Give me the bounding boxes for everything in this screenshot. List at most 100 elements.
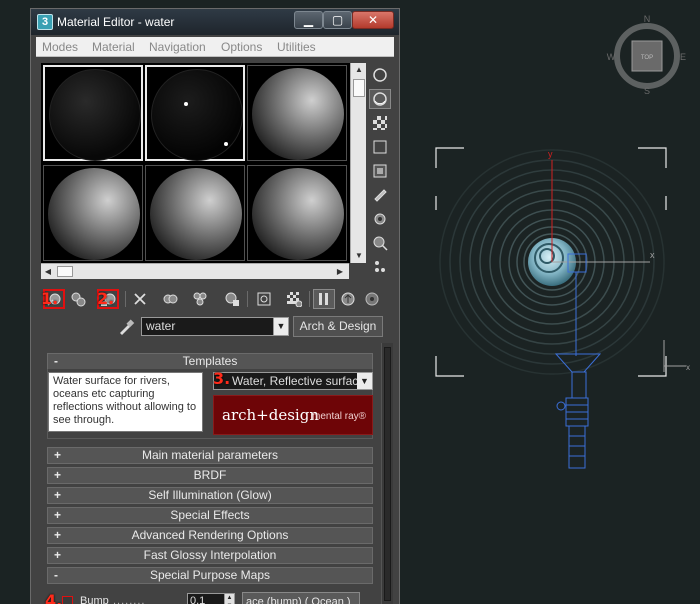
annotation-marker-2: 2. xyxy=(97,289,115,308)
material-type-button[interactable]: Arch & Design xyxy=(293,316,383,337)
rollout-collapse-icon: - xyxy=(54,568,58,582)
material-name-field[interactable]: water xyxy=(141,317,289,336)
make-preview-icon[interactable] xyxy=(369,185,391,205)
sample-slot-6[interactable] xyxy=(247,165,347,261)
template-dropdown[interactable]: Water, Reflective surface xyxy=(213,372,373,390)
gizmo-x-label: x xyxy=(650,250,655,260)
scroll-thumb[interactable] xyxy=(353,79,365,97)
bump-dot-leader: ........ xyxy=(113,595,146,604)
arch-design-logo: arch+design mental ray® xyxy=(213,395,373,435)
select-by-material-icon[interactable] xyxy=(369,233,391,253)
rollout-label: Special Purpose Maps xyxy=(149,568,271,582)
go-forward-to-sibling-icon[interactable] xyxy=(361,289,383,309)
slots-horizontal-scrollbar[interactable]: ◀ ▶ xyxy=(41,263,349,279)
sample-slots xyxy=(41,63,353,263)
bump-map-button[interactable]: ace (bump) ( Ocean ) xyxy=(242,592,360,604)
menu-material[interactable]: Material xyxy=(92,40,135,54)
rollout-expand-icon: + xyxy=(54,528,62,542)
svg-text:x: x xyxy=(686,363,690,372)
sample-slot-4[interactable] xyxy=(43,165,143,261)
bump-amount-field[interactable]: 0,1 xyxy=(187,593,225,604)
show-end-result-icon[interactable] xyxy=(313,289,335,309)
material-id-channel-icon[interactable] xyxy=(253,289,275,309)
put-material-to-scene-icon[interactable] xyxy=(67,289,89,309)
rollout-expand-icon: + xyxy=(54,548,62,562)
logo-text: arch+design xyxy=(222,406,319,424)
rollout-brdf[interactable]: + BRDF xyxy=(47,467,373,484)
rollout-self-illumination[interactable]: + Self Illumination (Glow) xyxy=(47,487,373,504)
material-sphere xyxy=(252,168,344,260)
background-checker-icon[interactable] xyxy=(369,113,391,133)
template-description: Water surface for rivers, oceans etc cap… xyxy=(48,372,203,432)
sample-slot-2[interactable] xyxy=(145,65,245,161)
rollout-expand-icon: + xyxy=(54,468,62,482)
show-shaded-material-icon[interactable] xyxy=(283,289,305,309)
video-color-check-icon[interactable] xyxy=(369,161,391,181)
sample-slot-5[interactable] xyxy=(145,165,245,261)
annotation-marker-4: 4. xyxy=(45,591,63,604)
rollout-special-purpose-maps[interactable]: - Special Purpose Maps xyxy=(47,567,373,584)
material-sphere xyxy=(49,69,141,161)
sample-slot-1[interactable] xyxy=(43,65,143,161)
compass-n: N xyxy=(644,14,651,24)
rollout-special-effects[interactable]: + Special Effects xyxy=(47,507,373,524)
rollout-main-material-parameters[interactable]: + Main material parameters xyxy=(47,447,373,464)
menu-modes[interactable]: Modes xyxy=(42,40,78,54)
sample-uv-tiling-icon[interactable] xyxy=(369,137,391,157)
sample-type-icon[interactable] xyxy=(369,65,391,85)
rollout-panel: - Templates Water surface for rivers, oc… xyxy=(41,343,379,604)
make-unique-icon[interactable] xyxy=(189,289,211,309)
app-icon: 3 xyxy=(37,14,53,30)
scroll-right-arrow-icon[interactable]: ▶ xyxy=(333,264,347,280)
options-icon[interactable] xyxy=(369,209,391,229)
title-bar[interactable]: 3 Material Editor - water ▁ ▢ ✕ xyxy=(31,9,399,35)
bump-spinner[interactable]: ▲▼ xyxy=(224,593,235,604)
compass-e: E xyxy=(680,52,686,62)
backlight-icon[interactable] xyxy=(369,89,391,109)
scroll-down-arrow-icon[interactable]: ▼ xyxy=(351,249,367,263)
scroll-up-arrow-icon[interactable]: ▲ xyxy=(351,63,367,77)
compass-s: S xyxy=(644,86,650,96)
material-sphere xyxy=(150,168,242,260)
rollout-expand-icon: + xyxy=(54,448,62,462)
menu-navigation[interactable]: Navigation xyxy=(149,40,206,54)
rollout-label: Self Illumination (Glow) xyxy=(148,488,272,502)
eyedropper-icon[interactable] xyxy=(117,318,135,336)
rollout-label: Advanced Rendering Options xyxy=(131,528,289,542)
menu-options[interactable]: Options xyxy=(221,40,262,54)
gizmo-y-label: y xyxy=(548,149,553,159)
sample-slot-3[interactable] xyxy=(247,65,347,161)
material-map-navigator-icon[interactable] xyxy=(369,257,391,277)
go-to-parent-icon[interactable] xyxy=(337,289,359,309)
rollout-scrollbar[interactable] xyxy=(381,343,393,604)
rollout-label: Main material parameters xyxy=(141,448,279,462)
bump-row: 4. Bump ........ 0,1 ▲▼ ace (bump) ( Oce… xyxy=(45,591,373,604)
chevron-down-icon[interactable]: ▼ xyxy=(273,318,288,335)
rollout-label: Fast Glossy Interpolation xyxy=(143,548,277,562)
material-sphere-water xyxy=(151,69,243,161)
perspective-viewport[interactable]: y x x TOP N S W E xyxy=(400,0,700,604)
maximize-button[interactable]: ▢ xyxy=(323,11,352,29)
rollout-expand-icon: + xyxy=(54,488,62,502)
annotation-marker-1: 1. xyxy=(41,289,59,308)
menu-bar: Modes Material Navigation Options Utilit… xyxy=(36,37,394,57)
slots-vertical-scrollbar[interactable]: ▲ ▼ xyxy=(350,63,366,263)
put-to-library-icon[interactable] xyxy=(221,289,243,309)
close-button[interactable]: ✕ xyxy=(352,11,394,29)
make-material-copy-icon[interactable] xyxy=(159,289,181,309)
minimize-button[interactable]: ▁ xyxy=(294,11,323,29)
scroll-left-arrow-icon[interactable]: ◀ xyxy=(41,264,55,280)
rollout-templates[interactable]: - Templates xyxy=(47,353,373,370)
scroll-thumb[interactable] xyxy=(57,266,73,277)
axis-tripod: x xyxy=(663,340,690,372)
chevron-down-icon[interactable]: ▼ xyxy=(357,373,372,389)
rollout-fast-glossy-interpolation[interactable]: + Fast Glossy Interpolation xyxy=(47,547,373,564)
compass-w: W xyxy=(607,52,616,62)
annotation-marker-3: 3. xyxy=(213,369,231,388)
reset-map-icon[interactable] xyxy=(129,289,151,309)
rollout-advanced-rendering-options[interactable]: + Advanced Rendering Options xyxy=(47,527,373,544)
bump-checkbox[interactable] xyxy=(62,596,73,604)
menu-utilities[interactable]: Utilities xyxy=(277,40,316,54)
scroll-thumb[interactable] xyxy=(384,347,391,601)
viewcube[interactable]: TOP N S W E xyxy=(607,14,686,96)
